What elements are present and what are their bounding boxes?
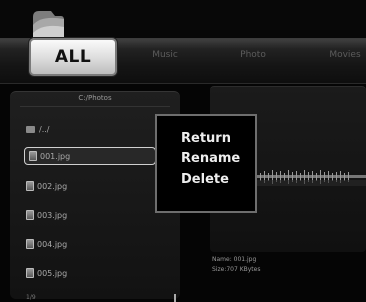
folder-icon — [26, 125, 35, 133]
menu-item-return[interactable]: Return — [181, 131, 231, 146]
file-item-selected[interactable]: 001.jpg — [24, 147, 156, 165]
file-icon — [26, 239, 34, 249]
file-item[interactable]: 004.jpg — [26, 235, 67, 253]
preview-file-name: Name: 001.jpg — [212, 256, 257, 263]
file-name: 001.jpg — [40, 151, 71, 161]
divider — [20, 106, 170, 107]
parent-folder-label: /../ — [39, 124, 50, 134]
file-icon — [26, 210, 34, 220]
tab-music[interactable]: Music — [150, 50, 180, 70]
preview-file-size: Size:707 KBytes — [212, 266, 261, 273]
scrollbar-thumb[interactable] — [174, 294, 176, 302]
file-item[interactable]: 002.jpg — [26, 177, 67, 195]
tab-all[interactable]: ALL — [29, 38, 117, 76]
file-item[interactable]: 003.jpg — [26, 206, 67, 224]
file-icon — [26, 268, 34, 278]
file-name: 005.jpg — [37, 268, 68, 278]
file-item[interactable]: 005.jpg — [26, 264, 67, 282]
menu-item-rename[interactable]: Rename — [181, 151, 240, 166]
file-name: 003.jpg — [37, 210, 68, 220]
tab-movies[interactable]: Movies — [328, 50, 362, 70]
file-name: 002.jpg — [37, 181, 68, 191]
file-icon — [29, 151, 37, 161]
menu-item-delete[interactable]: Delete — [181, 172, 229, 187]
file-name: 004.jpg — [37, 239, 68, 249]
page-indicator: 1/9 — [26, 294, 36, 301]
file-icon — [26, 181, 34, 191]
tab-photo[interactable]: Photo — [238, 50, 268, 70]
parent-folder-item[interactable]: /../ — [26, 120, 49, 138]
current-path: C:/Photos — [78, 94, 112, 102]
